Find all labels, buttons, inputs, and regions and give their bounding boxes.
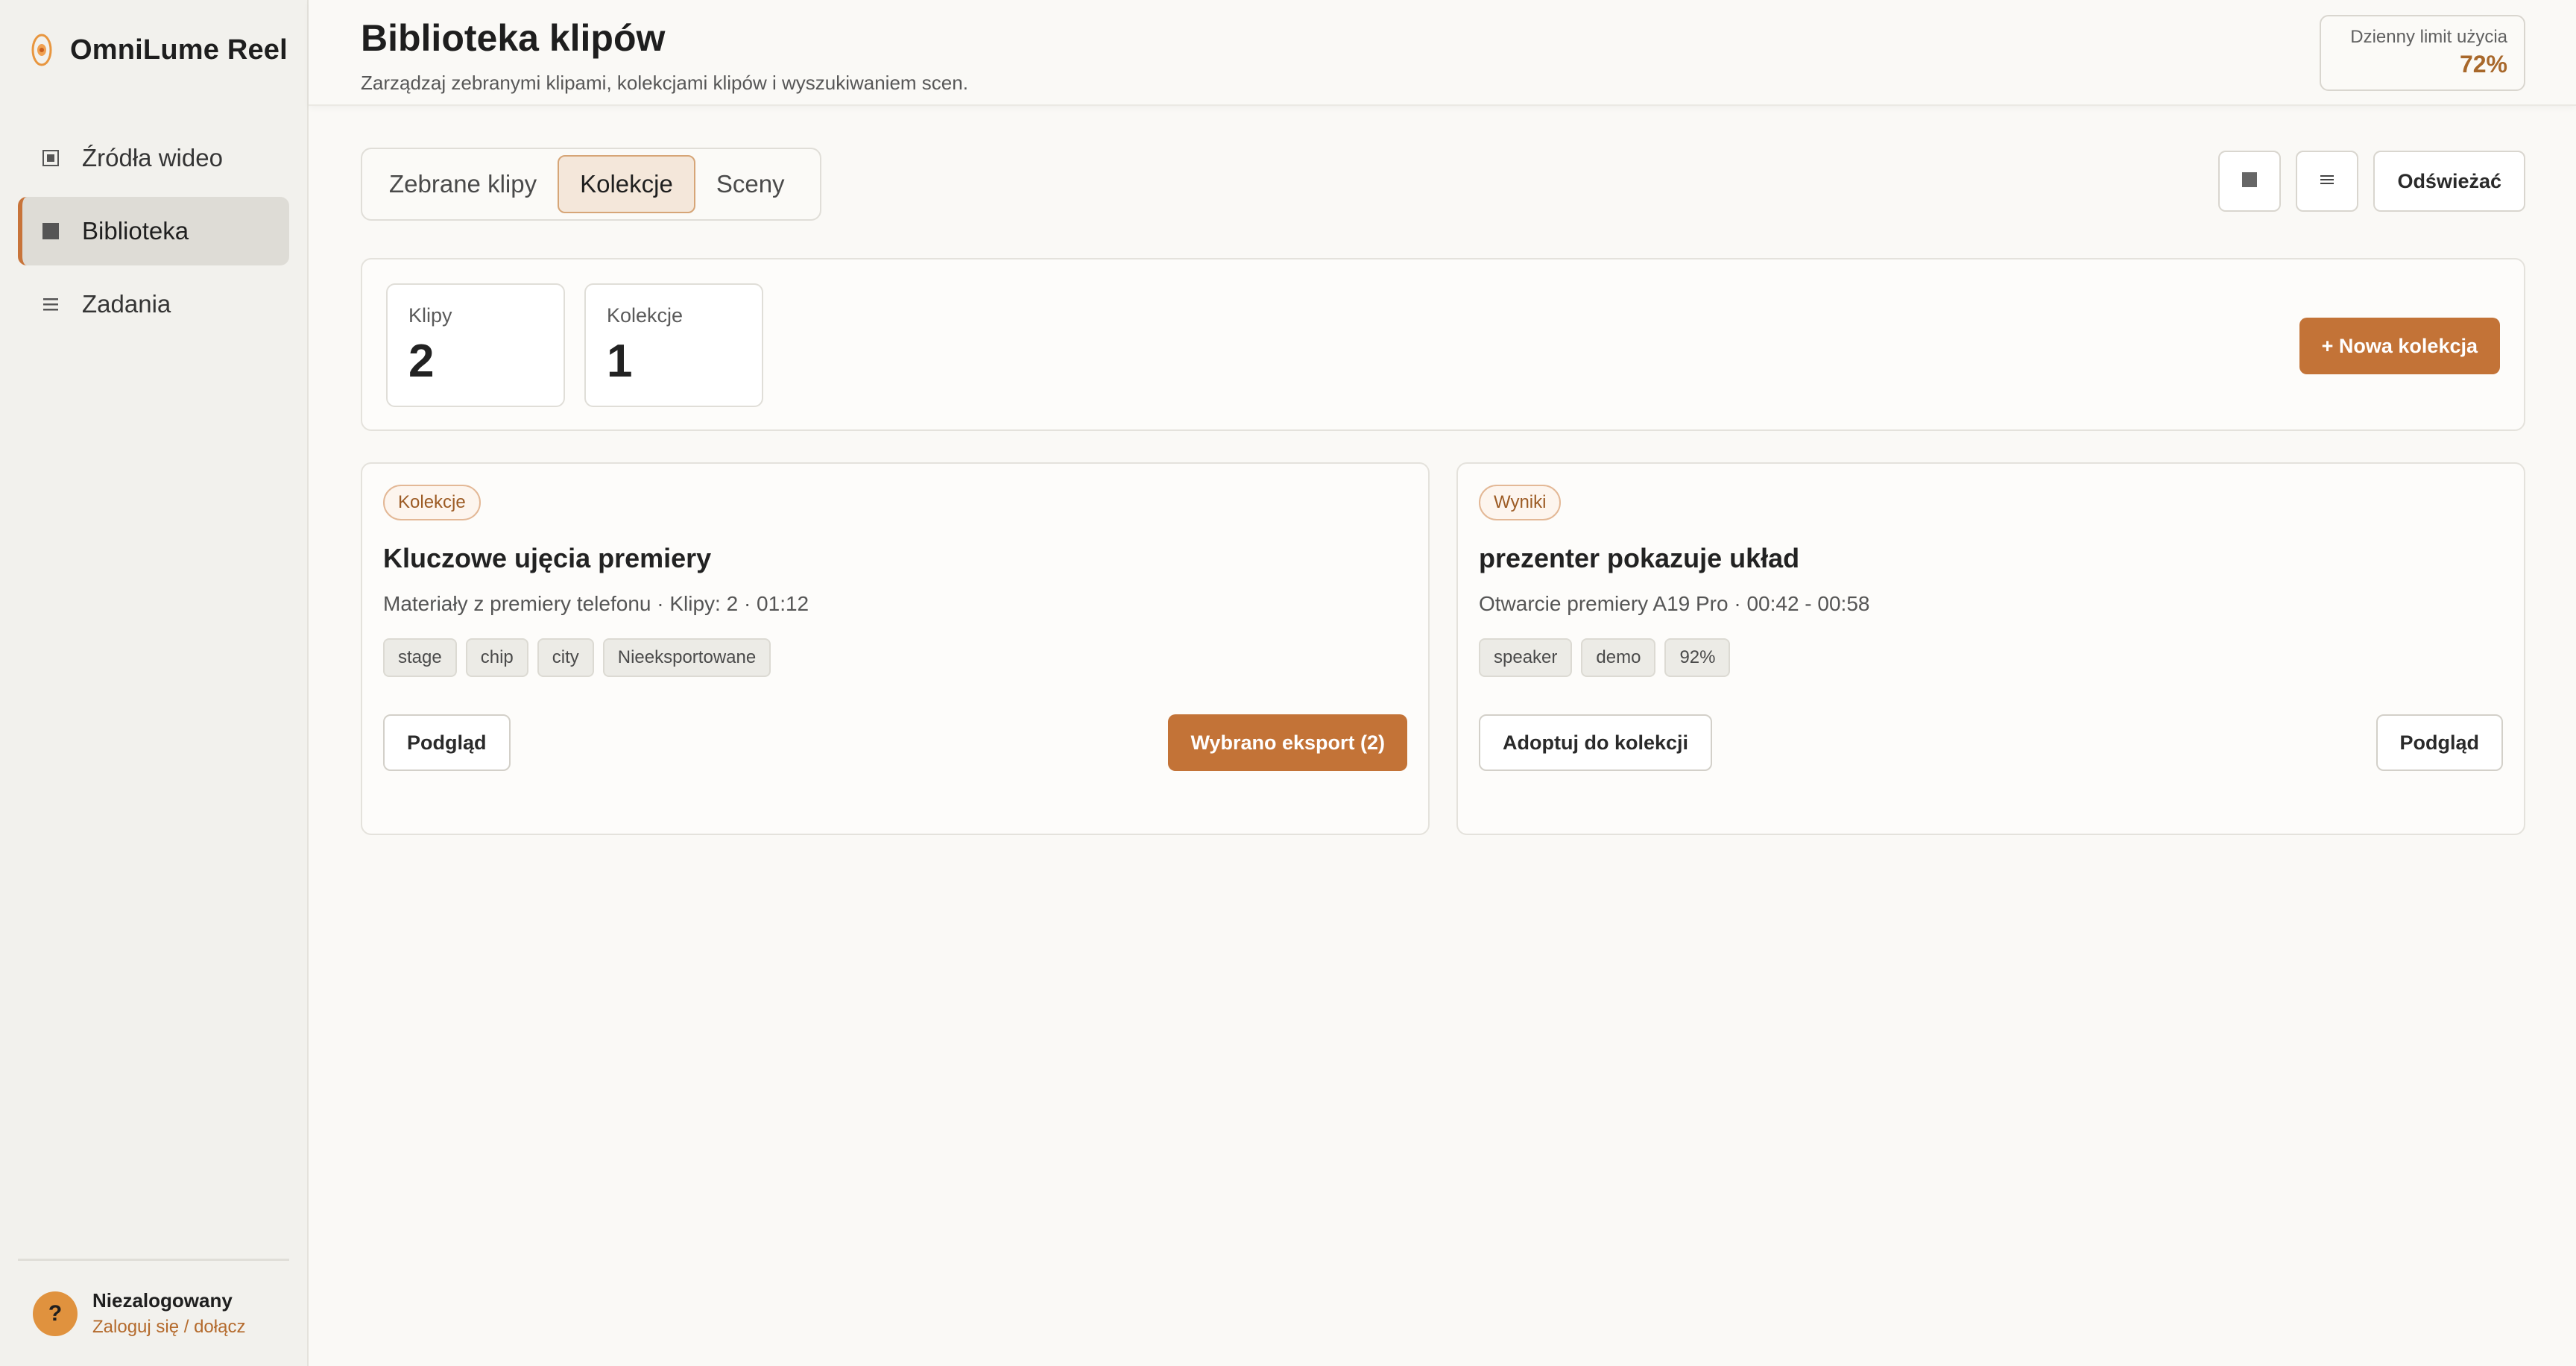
- sidebar: OmniLume Reel Źródła wideo Biblioteka Za…: [0, 0, 309, 1366]
- sidebar-item-label: Zadania: [82, 290, 171, 318]
- new-collection-button[interactable]: + Nowa kolekcja: [2299, 318, 2500, 374]
- card-meta: Otwarcie premiery A19 Pro · 00:42 - 00:5…: [1479, 592, 1870, 615]
- card-actions: Adoptuj do kolekcji Podgląd: [1479, 714, 2503, 771]
- tag: demo: [1581, 638, 1656, 677]
- grid-view-button[interactable]: [2218, 151, 2282, 212]
- app-name: OmniLume Reel: [70, 34, 288, 66]
- card-meta: Materiały z premiery telefonu · Klipy: 2…: [383, 592, 809, 615]
- tab-collections[interactable]: Kolekcje: [558, 155, 695, 213]
- tab-scenes[interactable]: Sceny: [695, 155, 806, 213]
- collection-card: Kolekcje Kluczowe ujęcia premiery Materi…: [361, 462, 1430, 835]
- tag: stage: [383, 638, 457, 677]
- preview-button[interactable]: Podgląd: [383, 714, 511, 771]
- sidebar-item-library[interactable]: Biblioteka: [18, 197, 289, 265]
- toolbar: Zebrane klipy Kolekcje Sceny Odświeżać: [309, 106, 2576, 248]
- stat-label: Klipy: [408, 304, 452, 327]
- stat-value: 1: [607, 336, 633, 387]
- user-info: Niezalogowany Zaloguj się / dołącz: [92, 1289, 245, 1338]
- card-tags: speaker demo 92%: [1479, 638, 2503, 677]
- sidebar-item-tasks[interactable]: Zadania: [18, 270, 289, 339]
- grid-view-icon: [2241, 171, 2258, 192]
- stats-panel: Klipy 2 Kolekcje 1 + Nowa kolekcja: [361, 258, 2525, 431]
- tab-collected-clips[interactable]: Zebrane klipy: [368, 155, 558, 213]
- brand: OmniLume Reel: [0, 0, 307, 100]
- page-title: Biblioteka klipów: [361, 17, 666, 59]
- card-tags: stage chip city Nieeksportowane: [383, 638, 1407, 677]
- stat-clips: Klipy 2: [386, 283, 565, 407]
- video-source-icon: [42, 149, 60, 167]
- tag: 92%: [1664, 638, 1731, 677]
- card-title: prezenter pokazuje układ: [1479, 543, 1800, 573]
- toolbar-actions: Odświeżać: [2218, 151, 2525, 212]
- usage-limit-box: Dzienny limit użycia 72%: [2320, 15, 2525, 91]
- usage-label: Dzienny limit użycia: [2350, 27, 2507, 47]
- sidebar-footer: ? Niezalogowany Zaloguj się / dołącz: [18, 1259, 289, 1366]
- stat-collections: Kolekcje 1: [584, 283, 763, 407]
- export-selected-button[interactable]: Wybrano eksport (2): [1168, 714, 1407, 771]
- avatar[interactable]: ?: [33, 1291, 78, 1336]
- usage-value: 72%: [2459, 51, 2507, 78]
- user-status: Niezalogowany: [92, 1289, 233, 1312]
- view-tabs: Zebrane klipy Kolekcje Sceny: [361, 148, 821, 221]
- tag: chip: [465, 638, 528, 677]
- tag: city: [537, 638, 594, 677]
- page-header: Biblioteka klipów Zarządzaj zebranymi kl…: [309, 0, 2576, 106]
- adopt-to-collection-button[interactable]: Adoptuj do kolekcji: [1479, 714, 1713, 771]
- card-title: Kluczowe ujęcia premiery: [383, 543, 712, 573]
- library-icon: [42, 222, 60, 240]
- stat-value: 2: [408, 336, 435, 387]
- result-card: Wyniki prezenter pokazuje układ Otwarcie…: [1456, 462, 2525, 835]
- stat-label: Kolekcje: [607, 304, 684, 327]
- sidebar-item-video-sources[interactable]: Źródła wideo: [18, 124, 289, 192]
- list-view-icon: [2320, 173, 2334, 190]
- login-link[interactable]: Zaloguj się / dołącz: [92, 1317, 245, 1338]
- preview-button[interactable]: Podgląd: [2375, 714, 2503, 771]
- card-actions: Podgląd Wybrano eksport (2): [383, 714, 1407, 771]
- tag: Nieeksportowane: [602, 638, 771, 677]
- tag: speaker: [1479, 638, 1573, 677]
- sidebar-item-label: Biblioteka: [82, 217, 189, 245]
- sidebar-nav: Źródła wideo Biblioteka Zadania: [0, 124, 307, 339]
- list-view-button[interactable]: [2296, 151, 2359, 212]
- sidebar-item-label: Źródła wideo: [82, 144, 223, 171]
- card-badge: Wyniki: [1479, 485, 1562, 520]
- card-badge: Kolekcje: [383, 485, 481, 520]
- page-subtitle: Zarządzaj zebranymi klipami, kolekcjami …: [361, 72, 968, 94]
- refresh-button[interactable]: Odświeżać: [2373, 151, 2525, 212]
- tasks-icon: [42, 295, 60, 313]
- logo-icon: [30, 31, 54, 69]
